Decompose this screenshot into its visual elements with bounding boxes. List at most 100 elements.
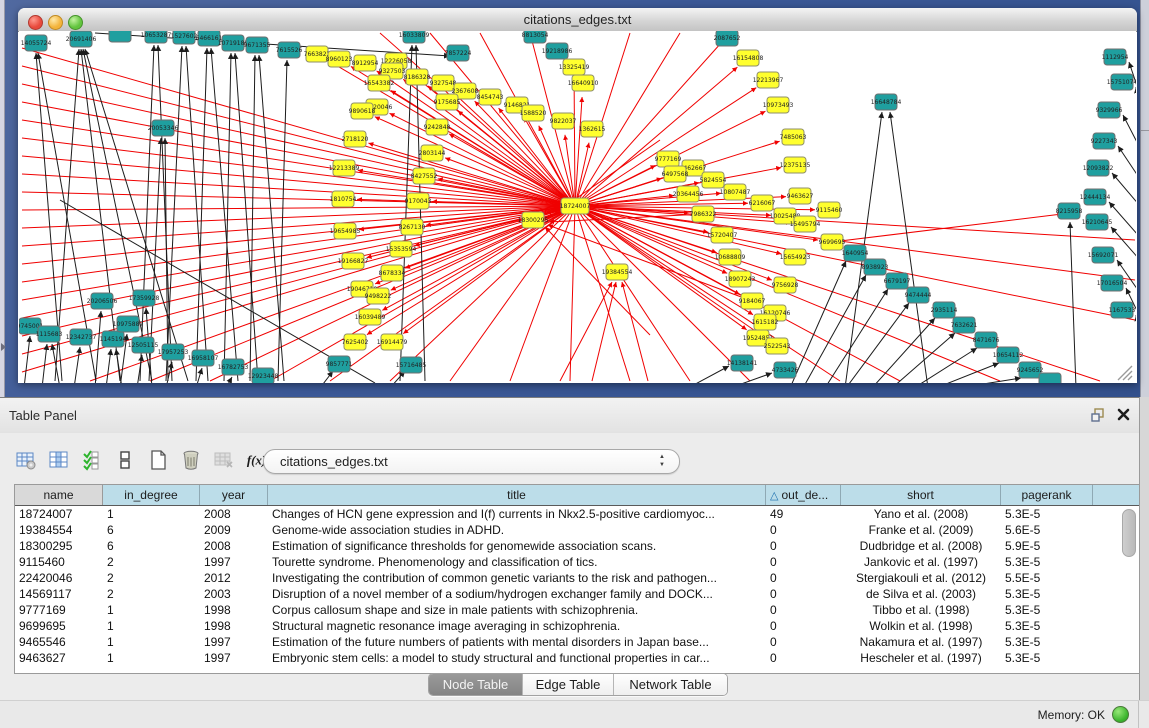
graph-node[interactable]: 12505115 bbox=[128, 337, 159, 353]
table-row[interactable]: 911546021997Tourette syndrome. Phenomeno… bbox=[15, 554, 1139, 570]
graph-node[interactable]: 16782753 bbox=[218, 359, 249, 375]
table-cell[interactable]: 14569117 bbox=[15, 586, 103, 602]
graph-node[interactable]: 14138141 bbox=[727, 355, 758, 371]
table-cell[interactable]: 2008 bbox=[200, 506, 268, 522]
table-cell[interactable]: 1 bbox=[103, 650, 200, 666]
column-header-short[interactable]: short bbox=[841, 485, 1001, 505]
graph-node[interactable]: 20206506 bbox=[87, 293, 118, 309]
table-cell[interactable]: 2009 bbox=[200, 522, 268, 538]
table-cell[interactable]: Tourette syndrome. Phenomenology and cla… bbox=[268, 554, 766, 570]
table-cell[interactable]: 0 bbox=[766, 602, 841, 618]
table-cell[interactable]: 9465546 bbox=[15, 634, 103, 650]
graph-node[interactable]: 15716485 bbox=[396, 357, 427, 373]
table-cell[interactable]: 5.6E-5 bbox=[1001, 522, 1093, 538]
graph-edge[interactable] bbox=[846, 303, 909, 383]
graph-node[interactable]: 12093822 bbox=[1083, 160, 1114, 176]
graph-edge[interactable] bbox=[22, 138, 575, 206]
table-settings-icon[interactable] bbox=[14, 448, 38, 472]
table-cell[interactable]: 0 bbox=[766, 586, 841, 602]
graph-node[interactable]: 20364456 bbox=[673, 186, 704, 202]
graph-node[interactable]: 16039489 bbox=[355, 309, 386, 325]
graph-node[interactable]: 9170043 bbox=[405, 193, 432, 209]
table-cell[interactable]: 18724007 bbox=[15, 506, 103, 522]
graph-edge[interactable] bbox=[790, 261, 846, 383]
table-row[interactable]: 946362711997Embryonic stem cells: a mode… bbox=[15, 650, 1139, 666]
graph-edge[interactable] bbox=[416, 45, 425, 381]
graph-node[interactable]: 8454743 bbox=[477, 89, 504, 105]
table-cell[interactable]: 9115460 bbox=[15, 554, 103, 570]
graph-node[interactable]: 6679197 bbox=[884, 273, 911, 289]
graph-node[interactable]: 2522543 bbox=[764, 338, 791, 354]
table-cell[interactable]: Changes of HCN gene expression and I(f) … bbox=[268, 506, 766, 522]
graph-node[interactable]: 14055724 bbox=[21, 35, 52, 51]
graph-node[interactable]: 6497568 bbox=[662, 166, 689, 182]
graph-node[interactable]: 12375135 bbox=[780, 157, 811, 173]
table-selector-dropdown[interactable]: citations_edges.txt ▲▼ bbox=[263, 449, 680, 474]
graph-node[interactable]: 1588520 bbox=[520, 105, 547, 121]
table-cell[interactable]: Estimation of the future numbers of pati… bbox=[268, 634, 766, 650]
table-row[interactable]: 969969511998Structural magnetic resonanc… bbox=[15, 618, 1139, 634]
graph-node[interactable]: 16033809 bbox=[399, 31, 430, 43]
graph-node[interactable]: 4733426 bbox=[772, 362, 799, 378]
table-cell[interactable]: 18300295 bbox=[15, 538, 103, 554]
column-header-name[interactable]: name bbox=[15, 485, 103, 505]
table-row[interactable]: 2242004622012Investigating the contribut… bbox=[15, 570, 1139, 586]
table-cell[interactable]: 0 bbox=[766, 522, 841, 538]
column-header-year[interactable]: year bbox=[200, 485, 268, 505]
graph-node[interactable]: 9227343 bbox=[1091, 133, 1118, 149]
table-cell[interactable]: 6 bbox=[103, 538, 200, 554]
table-cell[interactable]: 1 bbox=[103, 506, 200, 522]
column-checklist-icon[interactable] bbox=[80, 448, 104, 472]
graph-node[interactable]: 8471676 bbox=[973, 332, 1000, 348]
graph-edge[interactable] bbox=[803, 275, 866, 383]
graph-node[interactable]: 17016504 bbox=[1097, 275, 1128, 291]
table-cell[interactable]: 9777169 bbox=[15, 602, 103, 618]
table-cell[interactable]: 5.3E-5 bbox=[1001, 650, 1093, 666]
graph-node[interactable]: 1810754 bbox=[330, 191, 357, 207]
graph-node[interactable]: 9329966 bbox=[1096, 102, 1123, 118]
graph-edge[interactable] bbox=[52, 344, 60, 383]
panel-collapse-arrow-icon[interactable] bbox=[1, 343, 6, 351]
graph-node[interactable]: 16543382 bbox=[364, 75, 395, 91]
graph-node[interactable]: 1145194 bbox=[100, 331, 127, 347]
graph-edge[interactable] bbox=[196, 368, 202, 383]
graph-node[interactable]: 18300295 bbox=[518, 212, 549, 228]
graph-edge[interactable] bbox=[42, 344, 47, 383]
table-cell[interactable]: Nakamura et al. (1997) bbox=[841, 634, 1001, 650]
graph-edge[interactable] bbox=[958, 378, 1021, 383]
table-cell[interactable]: Franke et al. (2009) bbox=[841, 522, 1001, 538]
graph-node[interactable]: 19654985 bbox=[330, 223, 361, 239]
graph-edge[interactable] bbox=[688, 366, 729, 383]
graph-node[interactable]: 1527602 bbox=[171, 31, 198, 44]
table-cell[interactable]: Investigating the contribution of common… bbox=[268, 570, 766, 586]
graph-node[interactable]: 10973493 bbox=[763, 97, 794, 113]
table-cell[interactable]: 0 bbox=[766, 650, 841, 666]
graph-node[interactable]: 9242848 bbox=[424, 119, 451, 135]
graph-node[interactable]: 19166827 bbox=[338, 253, 369, 269]
graph-node[interactable]: 16958107 bbox=[188, 350, 219, 366]
graph-node[interactable]: 9699695 bbox=[819, 234, 846, 250]
graph-node[interactable]: 9115460 bbox=[816, 202, 843, 218]
graph-edge[interactable] bbox=[575, 206, 630, 381]
table-cell[interactable]: Stergiakouli et al. (2012) bbox=[841, 570, 1001, 586]
graph-node[interactable]: 8427552 bbox=[411, 168, 438, 184]
table-cell[interactable]: Dudbridge et al. (2008) bbox=[841, 538, 1001, 554]
graph-edge[interactable] bbox=[890, 112, 928, 383]
graph-node[interactable]: 7986322 bbox=[690, 206, 717, 222]
table-cell[interactable]: 5.5E-5 bbox=[1001, 570, 1093, 586]
graph-node[interactable]: 9498222 bbox=[365, 288, 392, 304]
graph-edge[interactable] bbox=[226, 377, 232, 383]
graph-node[interactable]: 1167533 bbox=[1109, 302, 1136, 318]
graph-node[interactable]: 8813054 bbox=[522, 31, 549, 43]
close-panel-icon[interactable] bbox=[1116, 407, 1131, 425]
table-row[interactable]: 1830029562008Estimation of significance … bbox=[15, 538, 1139, 554]
graph-node[interactable]: 9890618 bbox=[349, 103, 376, 119]
graph-node[interactable]: 8912954 bbox=[352, 55, 379, 71]
table-cell[interactable]: 9463627 bbox=[15, 650, 103, 666]
table-cell[interactable]: 2 bbox=[103, 554, 200, 570]
graph-node[interactable]: 17359928 bbox=[129, 290, 160, 306]
table-cell[interactable]: Structural magnetic resonance image aver… bbox=[268, 618, 766, 634]
table-column-icon[interactable] bbox=[47, 448, 71, 472]
table-cell[interactable]: 22420046 bbox=[15, 570, 103, 586]
column-header-title[interactable]: title bbox=[268, 485, 766, 505]
